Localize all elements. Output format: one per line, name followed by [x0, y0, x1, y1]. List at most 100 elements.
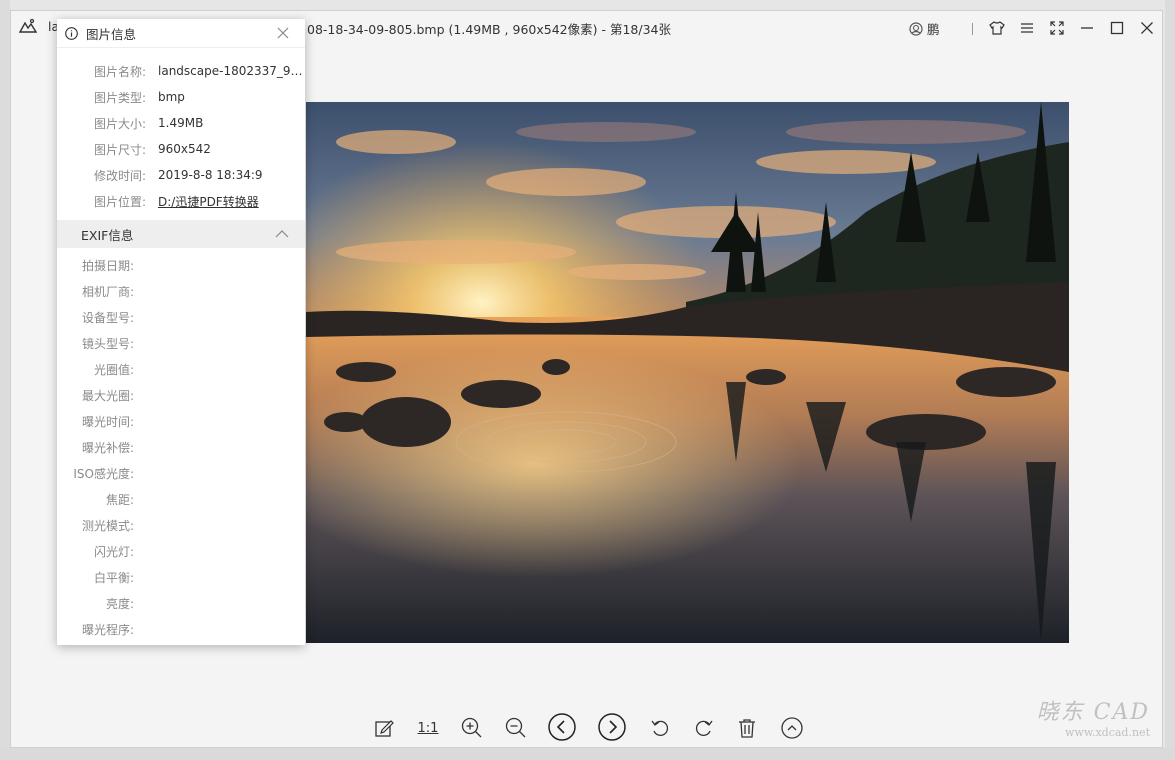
- delete-button[interactable]: [732, 713, 762, 743]
- menu-button[interactable]: [1018, 19, 1036, 37]
- site-watermark: 晓东 CAD www.xdcad.net: [1037, 694, 1150, 739]
- zoom-out-button[interactable]: [501, 713, 531, 743]
- info-row: 图片名称: landscape-1802337_96...: [57, 58, 305, 84]
- desktop-left-edge: [0, 0, 10, 760]
- minimize-icon: [1081, 27, 1093, 29]
- info-label: 图片大小:: [93, 116, 146, 131]
- fullscreen-button[interactable]: [1048, 19, 1066, 37]
- exif-label: 闪光灯:: [93, 544, 134, 559]
- user-account[interactable]: 鹏: [909, 19, 940, 38]
- window-title: 08-18-34-09-805.bmp (1.49MB , 960x542像素)…: [307, 22, 671, 37]
- exif-row: 拍摄日期:: [57, 252, 305, 278]
- info-row: 图片类型: bmp: [57, 84, 305, 110]
- exif-label: 镜头型号:: [81, 336, 134, 351]
- info-panel-title: 图片信息: [86, 26, 137, 42]
- info-label: 图片名称:: [93, 64, 146, 79]
- exif-row: 闪光灯:: [57, 538, 305, 564]
- avatar-icon: [909, 21, 923, 36]
- exif-row: 曝光补偿:: [57, 434, 305, 460]
- exif-row: 白平衡:: [57, 564, 305, 590]
- collapse-up-icon: [781, 717, 803, 739]
- info-panel-header: 图片信息: [57, 19, 305, 48]
- exif-label: 亮度:: [105, 596, 134, 611]
- exif-label: 曝光时间:: [81, 414, 134, 429]
- exif-row: 焦距:: [57, 486, 305, 512]
- rotate-left-icon: [651, 720, 669, 736]
- next-button[interactable]: [597, 712, 627, 742]
- title-separator: [972, 23, 973, 35]
- exif-label: 测光模式:: [81, 518, 134, 533]
- image-location-link[interactable]: D:/迅捷PDF转换器: [158, 193, 305, 210]
- edit-icon: [375, 720, 394, 737]
- exif-label: 最大光圈:: [81, 388, 134, 403]
- image-viewer-window: la 08-18-34-09-805.bmp (1.49MB , 960x542…: [10, 10, 1163, 748]
- delete-icon: [739, 719, 755, 738]
- exif-label: 曝光程序:: [81, 622, 134, 637]
- actual-size-label: 1:1: [417, 720, 439, 736]
- info-value: 1.49MB: [158, 116, 204, 130]
- shirt-icon: [989, 21, 1005, 35]
- rotate-right-icon: [695, 720, 713, 736]
- edit-button[interactable]: [369, 713, 399, 743]
- panel-close-icon[interactable]: [277, 27, 289, 39]
- close-icon: [1141, 22, 1153, 34]
- exif-label: ISO感光度:: [73, 466, 134, 481]
- info-label: 图片类型:: [93, 90, 146, 105]
- exif-row: 镜头型号:: [57, 330, 305, 356]
- info-label: 修改时间:: [93, 168, 146, 183]
- maximize-icon: [1110, 21, 1124, 35]
- exif-row: 曝光时间:: [57, 408, 305, 434]
- watermark-url: www.xdcad.net: [1065, 726, 1150, 739]
- desktop-bottom-edge: [0, 748, 1175, 760]
- zoom-out-icon: [505, 717, 526, 738]
- info-value: bmp: [158, 90, 185, 104]
- exif-row: 光圈值:: [57, 356, 305, 382]
- collapse-toolbar-button[interactable]: [777, 713, 807, 743]
- minimize-button[interactable]: [1078, 19, 1096, 37]
- info-label: 图片位置:: [93, 194, 146, 209]
- actual-size-button[interactable]: 1:1: [413, 713, 443, 743]
- landscape-photo[interactable]: [306, 102, 1069, 643]
- info-row: 图片位置: D:/迅捷PDF转换器: [57, 188, 305, 214]
- next-icon: [598, 713, 626, 741]
- info-value: 2019-8-8 18:34:9: [158, 168, 263, 182]
- exif-label: 拍摄日期:: [81, 258, 134, 273]
- hamburger-icon: [1021, 23, 1033, 33]
- exif-rows: 拍摄日期: 相机厂商: 设备型号: 镜头型号: 光圈值: 最大光圈: 曝光时间: 曝光补偿: I…: [57, 248, 305, 642]
- exif-row: 亮度:: [57, 590, 305, 616]
- maximize-button[interactable]: [1108, 19, 1126, 37]
- skin-button[interactable]: [988, 19, 1006, 37]
- chevron-up-icon: [275, 230, 289, 238]
- exif-row: ISO感光度:: [57, 460, 305, 486]
- info-value: landscape-1802337_96...: [158, 64, 305, 78]
- info-label: 图片尺寸:: [93, 142, 146, 157]
- previous-button[interactable]: [547, 712, 577, 742]
- exif-section-header[interactable]: EXIF信息: [57, 220, 305, 248]
- info-row: 修改时间: 2019-8-8 18:34:9: [57, 162, 305, 188]
- exif-label: 曝光补偿:: [81, 440, 134, 455]
- exif-title: EXIF信息: [81, 227, 134, 243]
- exif-row: 曝光程序:: [57, 616, 305, 642]
- previous-icon: [548, 713, 576, 741]
- watermark-logo-text: 晓东 CAD: [1036, 700, 1150, 725]
- exif-label: 光圈值:: [93, 362, 134, 377]
- close-button[interactable]: [1138, 19, 1156, 37]
- rotate-right-button[interactable]: [689, 713, 719, 743]
- sunset-lake-image: [306, 102, 1069, 643]
- image-info-panel: 图片信息 图片名称: landscape-1802337_96... 图片类型: bm…: [57, 19, 305, 645]
- exif-label: 白平衡:: [93, 570, 134, 585]
- zoom-in-icon: [461, 717, 482, 738]
- exif-label: 焦距:: [105, 492, 134, 507]
- user-name: 鹏: [927, 22, 940, 37]
- exif-label: 设备型号:: [81, 310, 134, 325]
- zoom-in-button[interactable]: [457, 713, 487, 743]
- info-row: 图片尺寸: 960x542: [57, 136, 305, 162]
- exif-row: 测光模式:: [57, 512, 305, 538]
- info-icon: [65, 26, 78, 40]
- exif-row: 最大光圈:: [57, 382, 305, 408]
- info-row: 图片大小: 1.49MB: [57, 110, 305, 136]
- info-rows: 图片名称: landscape-1802337_96... 图片类型: bmp 图片大小…: [57, 48, 305, 214]
- desktop-right-edge: [1165, 0, 1175, 760]
- exif-row: 设备型号:: [57, 304, 305, 330]
- rotate-left-button[interactable]: [645, 713, 675, 743]
